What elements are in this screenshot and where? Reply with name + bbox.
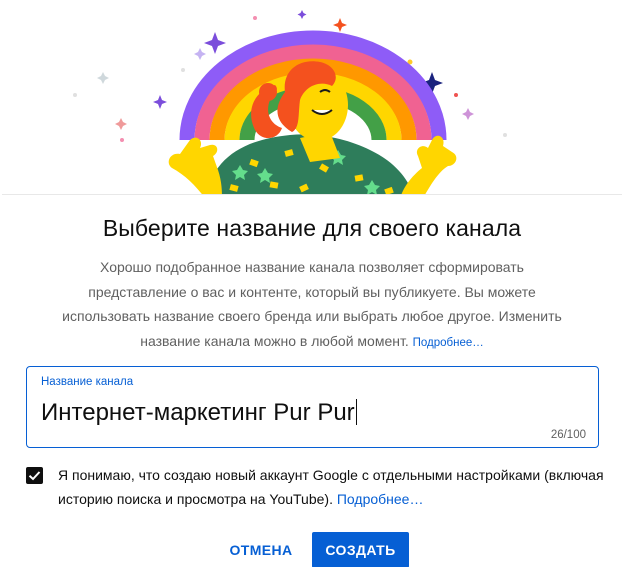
dialog-title: Выберите название для своего канала — [102, 215, 522, 241]
channel-name-field[interactable]: Название канала Интернет-маркетинг Pur P… — [26, 366, 599, 448]
channel-name-value: Интернет-маркетинг Pur Pur — [41, 399, 355, 426]
cancel-button[interactable]: ОТМЕНА — [216, 532, 306, 567]
rainbow-person-illustration — [73, 10, 507, 200]
text-caret — [355, 399, 357, 425]
consent-label: Я понимаю, что создаю новый аккаунт Goog… — [58, 467, 604, 507]
consent-learn-more-link[interactable]: Подробнее… — [337, 491, 424, 507]
create-channel-dialog: Выберите название для своего канала Хоро… — [2, 194, 622, 567]
consent-text: Я понимаю, что создаю новый аккаунт Goog… — [58, 463, 606, 511]
consent-checkbox[interactable] — [26, 467, 43, 484]
channel-name-input[interactable]: Интернет-маркетинг Pur Pur — [41, 399, 357, 427]
dialog-description: Хорошо подобранное название канала позво… — [62, 255, 562, 355]
character-counter: 26/100 — [550, 429, 586, 441]
checkmark-icon — [28, 471, 41, 481]
channel-name-label: Название канала — [41, 376, 134, 388]
page: Выберите название для своего канала Хоро… — [0, 0, 626, 567]
create-button[interactable]: СОЗДАТЬ — [312, 532, 409, 567]
learn-more-link[interactable]: Подробнее… — [413, 337, 484, 349]
description-text: Хорошо подобранное название канала позво… — [62, 259, 562, 349]
